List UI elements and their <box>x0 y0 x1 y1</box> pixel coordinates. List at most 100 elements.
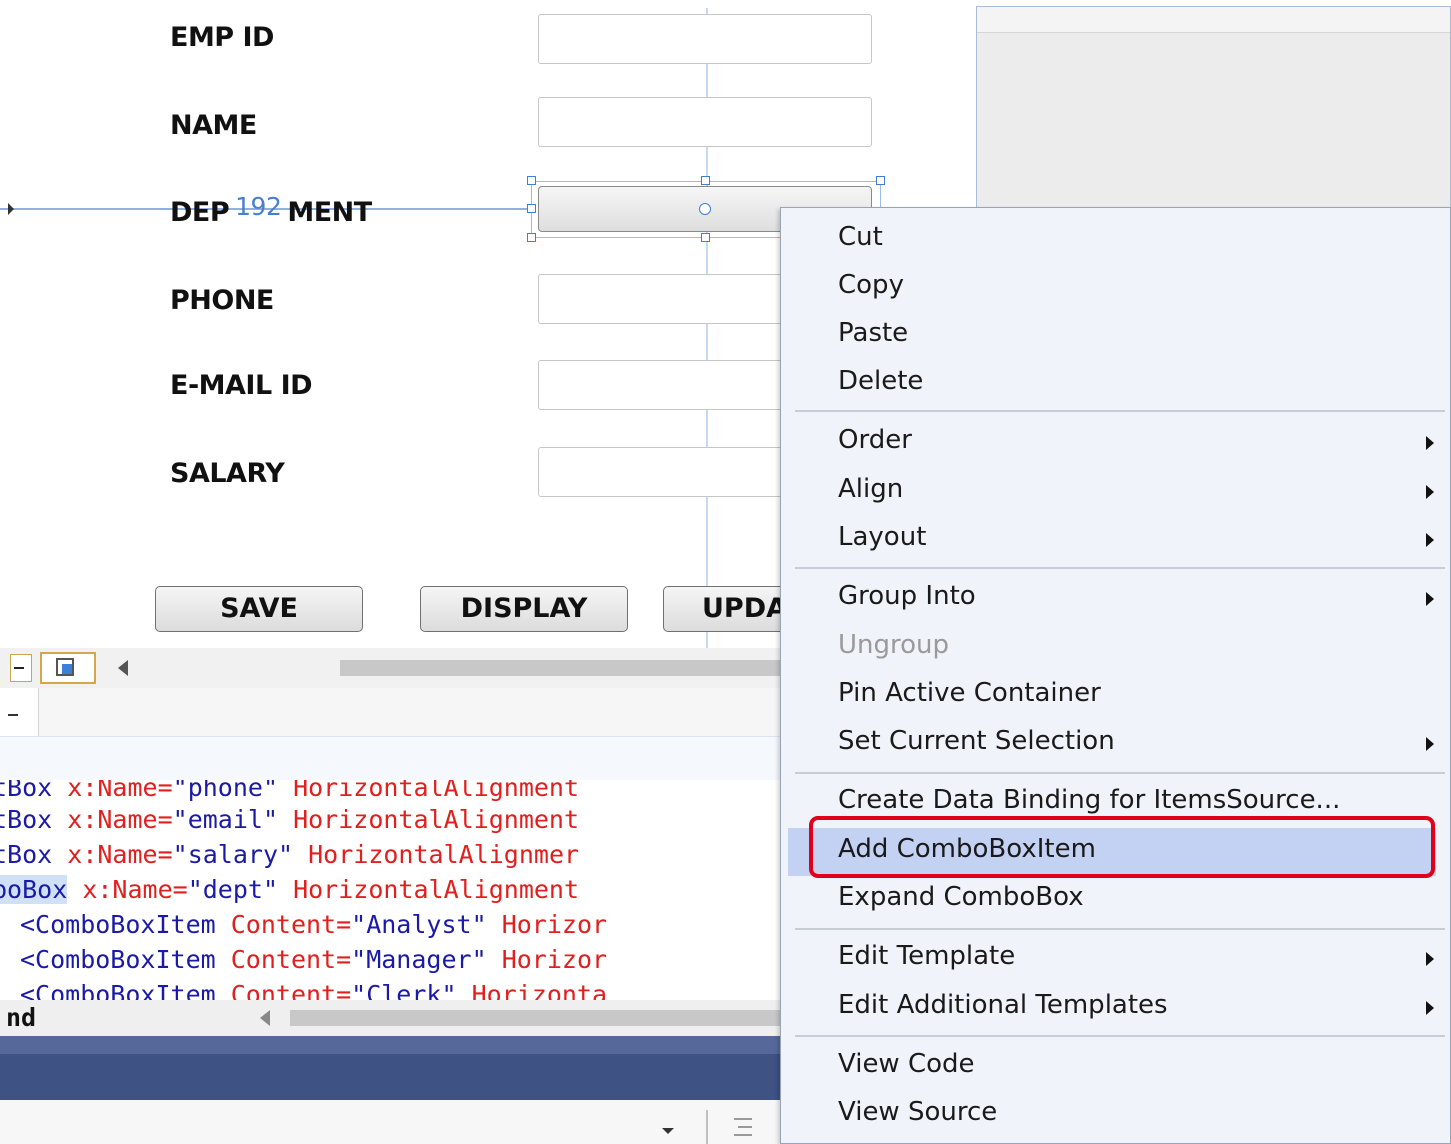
code-line[interactable]: <ComboBoxItem Content="Manager" Horizor <box>20 942 607 977</box>
menu-item-pin-active-container[interactable]: Pin Active Container <box>838 678 1101 708</box>
menu-item-edit-template[interactable]: Edit Template <box>838 941 1015 971</box>
menu-item-ungroup: Ungroup <box>838 630 950 660</box>
minus-icon[interactable] <box>10 654 32 682</box>
submenu-arrow-icon <box>1426 592 1434 606</box>
panel-divider <box>706 1110 708 1144</box>
xaml-code-editor[interactable]: tBox x:Name="phone" HorizontalAlignmentt… <box>0 780 780 1000</box>
menu-item-view-code[interactable]: View Code <box>838 1049 975 1079</box>
menu-item-order[interactable]: Order <box>838 425 912 455</box>
code-attribute: Horizonta <box>471 980 608 1000</box>
menu-item-layout[interactable]: Layout <box>838 522 926 552</box>
code-attribute: x:Name= <box>82 875 188 904</box>
horizontal-scrollbar-thumb[interactable] <box>340 660 780 676</box>
menu-separator <box>795 928 1445 930</box>
code-attribute: HorizontalAlignment <box>293 805 580 834</box>
save-button[interactable]: SAVE <box>155 586 363 632</box>
resize-handle-top-left[interactable] <box>527 176 536 185</box>
menu-separator <box>795 410 1445 412</box>
code-line[interactable]: <ComboBoxItem Content="Clerk" Horizonta <box>20 977 607 1000</box>
resize-handle-bottom-left[interactable] <box>527 233 536 242</box>
label-email-id: E-MAIL ID <box>170 370 313 401</box>
filter-icon[interactable] <box>730 1114 756 1140</box>
resize-handle-top[interactable] <box>701 176 710 185</box>
code-value: "phone" <box>172 780 278 802</box>
emp-id-textbox[interactable] <box>538 14 872 64</box>
code-element: <ComboBoxItem <box>20 945 216 974</box>
resize-handle-left[interactable] <box>527 204 536 213</box>
label-department-start: DEP <box>170 197 230 228</box>
right-pane-header <box>977 7 1450 33</box>
dropdown-arrow-icon[interactable] <box>662 1128 674 1134</box>
editor-status-bar: nd <box>0 1000 780 1036</box>
tab-stub[interactable] <box>0 688 39 736</box>
menu-separator <box>795 1035 1445 1037</box>
code-attribute: Content= <box>230 980 352 1000</box>
submenu-arrow-icon <box>1426 952 1434 966</box>
menu-separator <box>795 567 1445 569</box>
menu-item-paste[interactable]: Paste <box>838 318 908 348</box>
menu-item-copy[interactable]: Copy <box>838 270 904 300</box>
code-value: "email" <box>172 805 278 834</box>
menu-item-align[interactable]: Align <box>838 474 903 504</box>
code-line[interactable]: tBox x:Name="salary" HorizontalAlignmer <box>0 837 579 872</box>
menu-item-edit-additional-templates[interactable]: Edit Additional Templates <box>838 990 1168 1020</box>
dimension-readout: 192 <box>235 192 282 221</box>
status-scroll-left-icon[interactable] <box>260 1010 270 1026</box>
output-panel-header <box>0 1036 780 1100</box>
code-line[interactable]: tBox x:Name="email" HorizontalAlignment <box>0 802 579 837</box>
code-line[interactable]: boBox x:Name="dept" HorizontalAlignment <box>0 872 579 907</box>
resize-handle-bottom[interactable] <box>701 233 710 242</box>
code-element: tBox <box>0 840 53 869</box>
name-textbox[interactable] <box>538 97 872 147</box>
submenu-arrow-icon <box>1426 485 1434 499</box>
code-attribute: HorizontalAlignment <box>293 780 580 802</box>
menu-item-group-into[interactable]: Group Into <box>838 581 976 611</box>
designer-toolbar <box>0 648 780 688</box>
label-emp-id: EMP ID <box>170 22 274 53</box>
status-text: nd <box>6 1003 37 1032</box>
code-attribute: x:Name= <box>67 805 173 834</box>
label-department-end: MENT <box>287 197 372 228</box>
code-attribute: Horizor <box>501 945 608 974</box>
submenu-arrow-icon <box>1426 1001 1434 1015</box>
label-name: NAME <box>170 110 257 141</box>
code-value: "Clerk" <box>351 980 457 1000</box>
code-attribute: x:Name= <box>67 780 173 802</box>
submenu-arrow-icon <box>1426 436 1434 450</box>
code-value: "Analyst" <box>351 910 487 939</box>
split-view-icon[interactable] <box>40 652 96 684</box>
code-attribute: HorizontalAlignment <box>293 875 580 904</box>
code-attribute: x:Name= <box>67 840 173 869</box>
menu-item-set-current-selection[interactable]: Set Current Selection <box>838 726 1115 756</box>
submenu-arrow-icon <box>1426 737 1434 751</box>
menu-item-expand-combobox[interactable]: Expand ComboBox <box>838 882 1084 912</box>
code-value: "dept" <box>187 875 278 904</box>
label-phone: PHONE <box>170 285 274 316</box>
menu-item-view-source[interactable]: View Source <box>838 1097 997 1127</box>
code-line[interactable]: <ComboBoxItem Content="Analyst" Horizor <box>20 907 607 942</box>
status-scrollbar-thumb[interactable] <box>290 1010 780 1026</box>
guide-arrow-icon <box>8 203 14 215</box>
center-anchor-icon <box>699 203 711 215</box>
document-tab-strip <box>0 688 780 736</box>
code-value: "Manager" <box>351 945 487 974</box>
code-element: <ComboBoxItem <box>20 980 216 1000</box>
submenu-arrow-icon <box>1426 533 1434 547</box>
code-element: <ComboBoxItem <box>20 910 216 939</box>
code-attribute: Content= <box>230 945 352 974</box>
menu-item-create-data-binding-for-itemssource[interactable]: Create Data Binding for ItemsSource... <box>838 785 1340 815</box>
scroll-left-arrow-icon[interactable] <box>118 660 128 676</box>
code-attribute: Horizor <box>501 910 608 939</box>
code-attribute: HorizontalAlignmer <box>308 840 580 869</box>
code-element: tBox <box>0 780 53 802</box>
label-department: DEP 192 MENT <box>170 192 372 228</box>
code-element: boBox <box>0 875 68 904</box>
display-button[interactable]: DISPLAY <box>420 586 628 632</box>
label-salary: SALARY <box>170 458 285 489</box>
menu-item-add-comboboxitem[interactable]: Add ComboBoxItem <box>838 834 1096 864</box>
menu-item-delete[interactable]: Delete <box>838 366 923 396</box>
code-value: "salary" <box>172 840 294 869</box>
resize-handle-top-right[interactable] <box>876 176 885 185</box>
menu-item-cut[interactable]: Cut <box>838 222 883 252</box>
menu-separator <box>795 772 1445 774</box>
